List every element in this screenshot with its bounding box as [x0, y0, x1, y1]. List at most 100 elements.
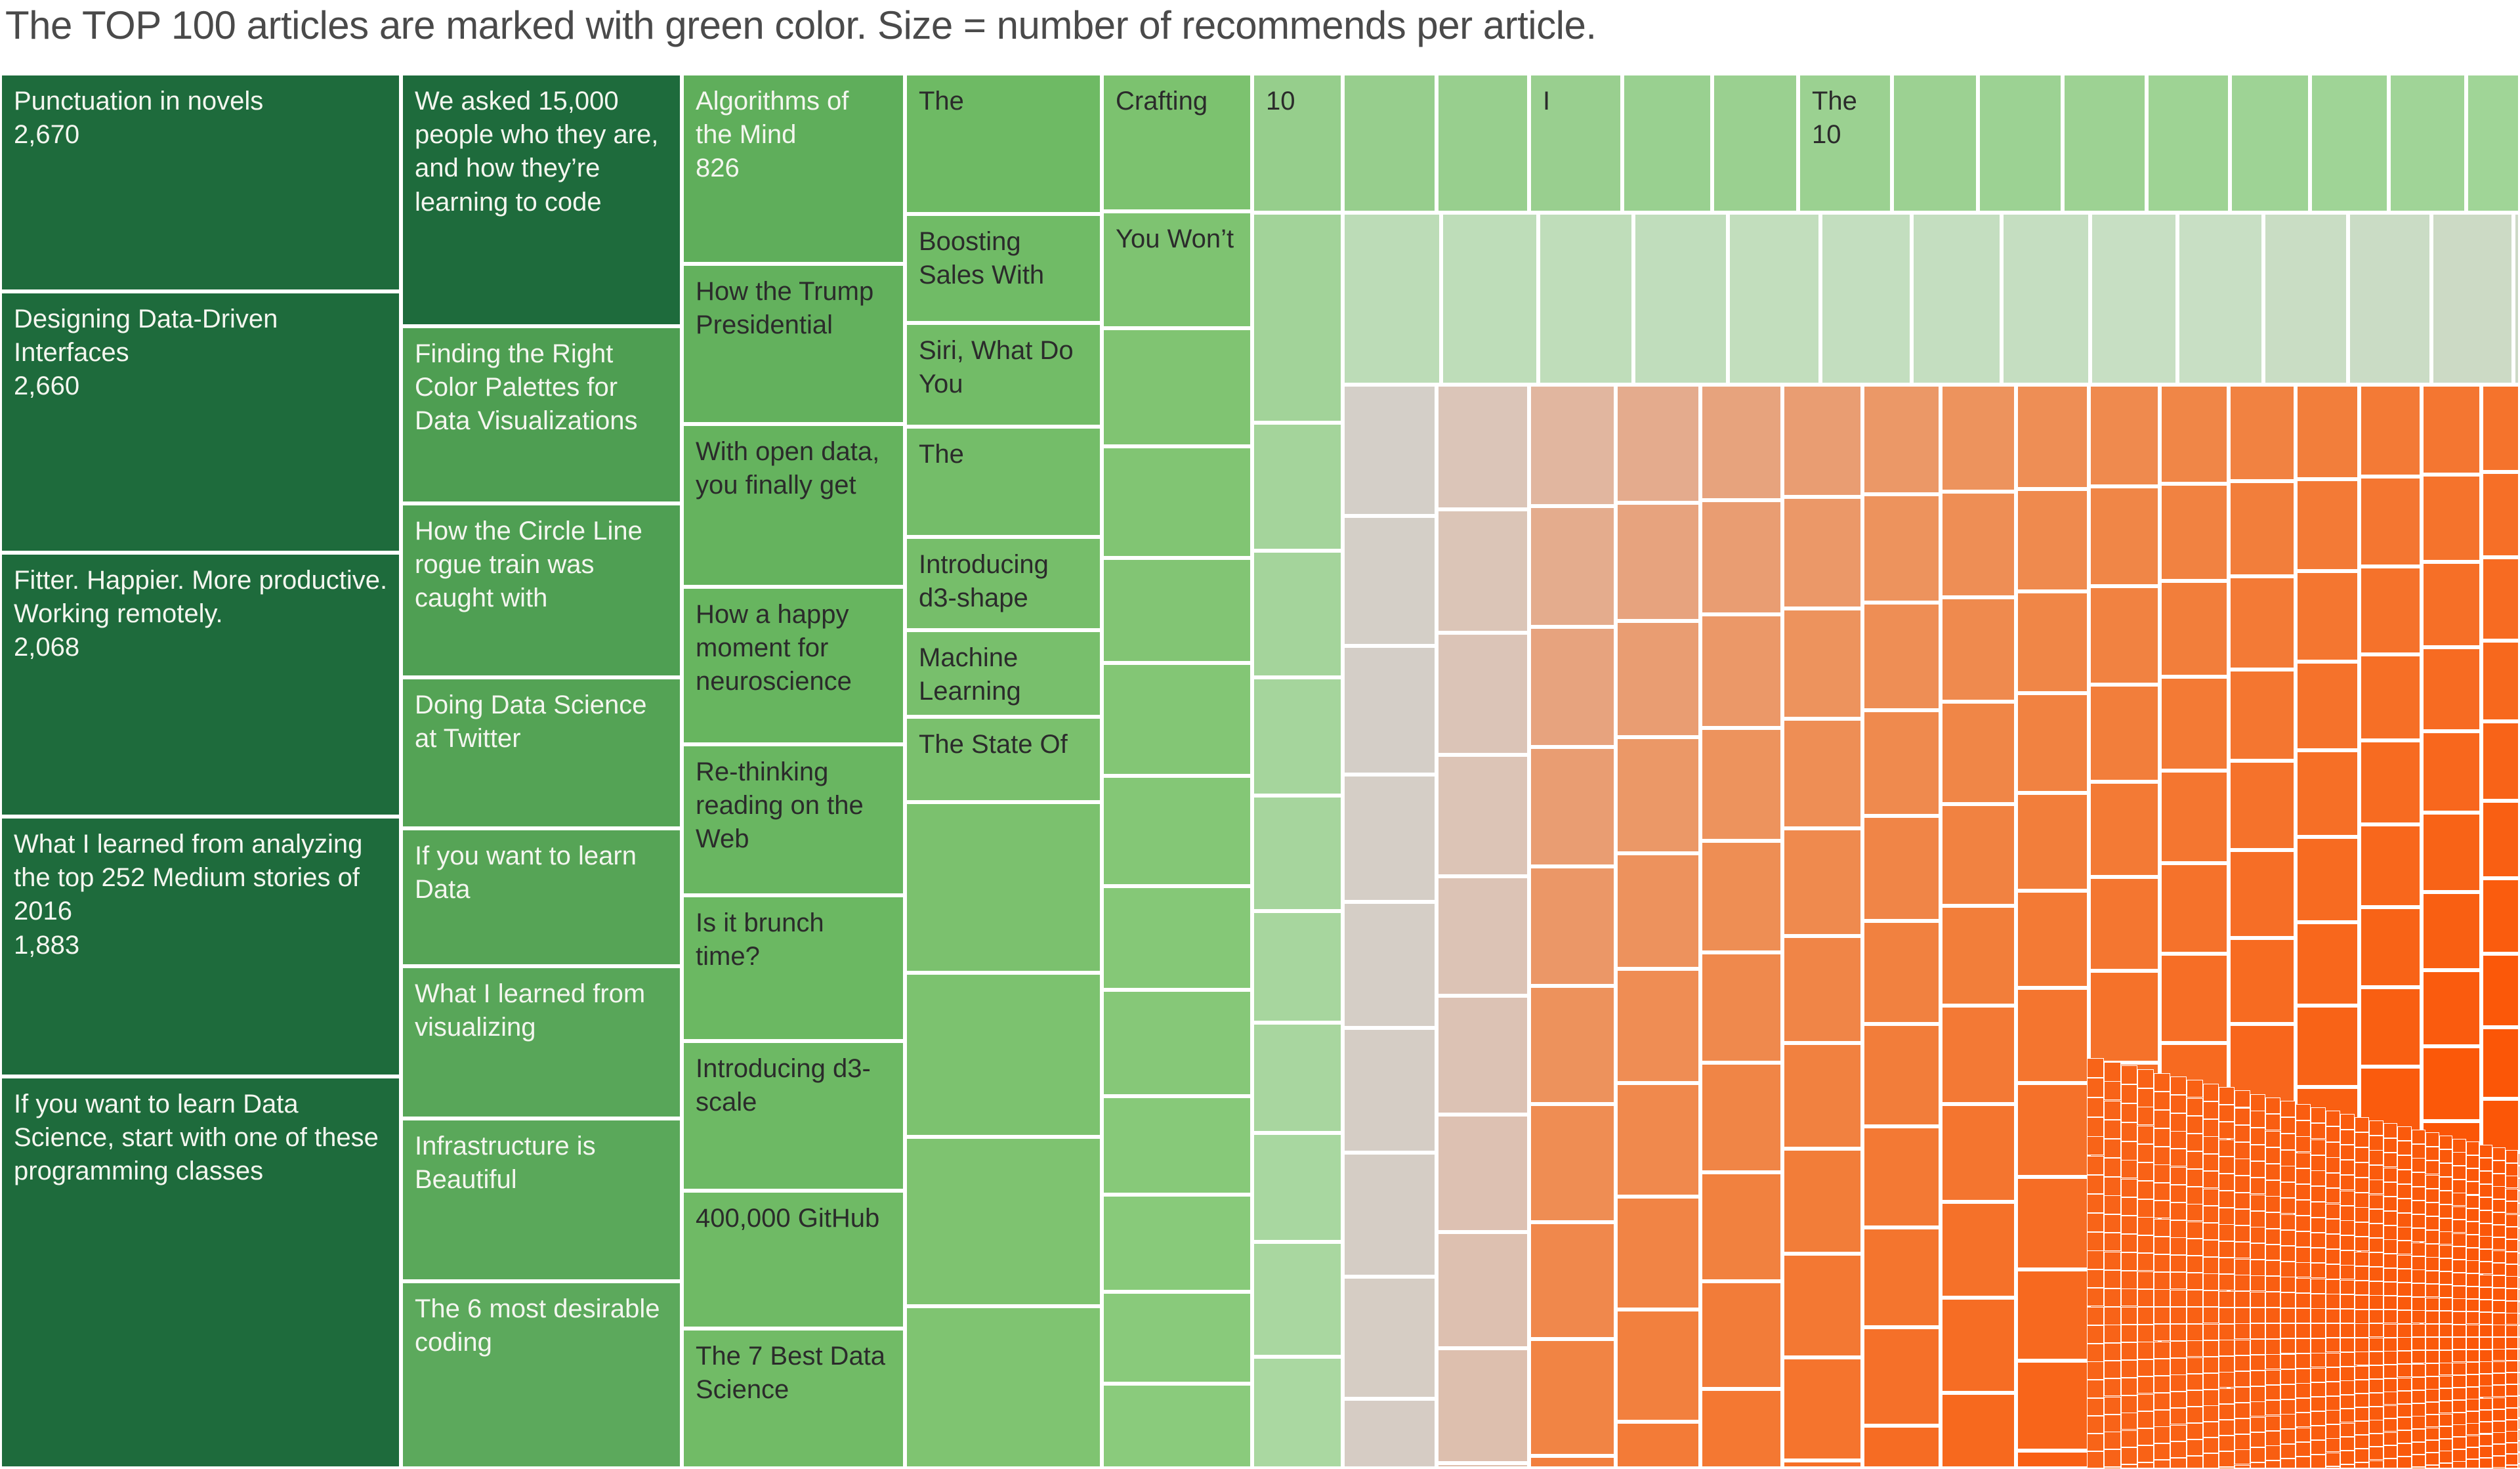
- treemap-cell[interactable]: [2369, 1238, 2384, 1252]
- treemap-cell[interactable]: [2250, 1355, 2266, 1371]
- treemap-cell[interactable]: [2160, 954, 2229, 1043]
- treemap-cell[interactable]: [2296, 1247, 2311, 1263]
- treemap-cell[interactable]: [2422, 647, 2482, 731]
- treemap-cell[interactable]: [1102, 663, 1252, 776]
- treemap-cell[interactable]: [1437, 876, 1529, 996]
- treemap-cell-labeled[interactable]: Infrastructure is Beautiful: [401, 1118, 682, 1281]
- treemap-cell[interactable]: [2505, 1454, 2519, 1466]
- treemap-cell[interactable]: [1437, 74, 1529, 213]
- treemap-cell[interactable]: [2234, 1090, 2250, 1108]
- treemap-cell[interactable]: [1862, 494, 1941, 603]
- treemap-cell[interactable]: [2481, 878, 2520, 954]
- treemap-cell[interactable]: [2234, 1308, 2250, 1324]
- treemap-cell[interactable]: [1437, 1463, 1529, 1468]
- treemap-cell[interactable]: [2104, 1195, 2121, 1214]
- treemap-cell[interactable]: [2505, 1201, 2519, 1214]
- treemap-cell[interactable]: [2411, 1269, 2426, 1283]
- treemap-cell[interactable]: [1862, 1327, 1941, 1426]
- treemap-cell[interactable]: [2383, 1378, 2398, 1392]
- treemap-cell-labeled[interactable]: Finding the Right Color Palettes for Dat…: [401, 326, 682, 503]
- treemap-cell[interactable]: [2250, 1260, 2266, 1276]
- treemap-cell[interactable]: [2250, 1178, 2266, 1195]
- treemap-cell[interactable]: [2229, 937, 2296, 1024]
- treemap-cell[interactable]: [2265, 1431, 2281, 1446]
- treemap-cell[interactable]: [2452, 1233, 2466, 1247]
- treemap-cell[interactable]: [1862, 603, 1941, 710]
- treemap-cell[interactable]: [2397, 1364, 2412, 1378]
- treemap-cell[interactable]: [2481, 1027, 2520, 1099]
- treemap-cell[interactable]: [2492, 1300, 2506, 1313]
- treemap-cell[interactable]: [1940, 385, 2016, 492]
- treemap-cell[interactable]: [2218, 1404, 2235, 1420]
- treemap-cell[interactable]: [2452, 1152, 2466, 1166]
- treemap-cell[interactable]: [2347, 213, 2431, 385]
- treemap-cell[interactable]: [2355, 1162, 2370, 1178]
- treemap-cell[interactable]: [2325, 1142, 2341, 1158]
- treemap-cell[interactable]: [1862, 1126, 1941, 1227]
- treemap-cell[interactable]: [2439, 1350, 2453, 1363]
- treemap-cell[interactable]: [1343, 385, 1437, 516]
- treemap-cell[interactable]: [2311, 1279, 2326, 1294]
- treemap-cell[interactable]: [2425, 1230, 2439, 1244]
- treemap-cell[interactable]: [1252, 1357, 1343, 1468]
- treemap-cell[interactable]: [2311, 1294, 2326, 1309]
- treemap-cell[interactable]: [2015, 1177, 2090, 1270]
- treemap-cell[interactable]: [2505, 1176, 2519, 1189]
- treemap-cell[interactable]: [2087, 1269, 2104, 1288]
- treemap-cell[interactable]: [2250, 1401, 2266, 1417]
- treemap-cell[interactable]: [2452, 1388, 2466, 1400]
- treemap-cell[interactable]: [1782, 608, 1862, 719]
- treemap-cell[interactable]: [2452, 1461, 2466, 1468]
- treemap-cell[interactable]: [2355, 1266, 2370, 1281]
- treemap-cell[interactable]: [2505, 1252, 2519, 1264]
- treemap-cell[interactable]: [2160, 581, 2229, 677]
- treemap-cell[interactable]: [2439, 1191, 2453, 1204]
- treemap-cell[interactable]: [2466, 1411, 2479, 1424]
- treemap-cell[interactable]: [2218, 1191, 2235, 1208]
- treemap-cell[interactable]: [1782, 1149, 1862, 1254]
- treemap-cell[interactable]: [2439, 1388, 2453, 1401]
- treemap-cell[interactable]: [2411, 1377, 2426, 1390]
- treemap-cell[interactable]: [2397, 1213, 2412, 1227]
- treemap-cell[interactable]: [2187, 1098, 2203, 1117]
- treemap-cell[interactable]: [2154, 1073, 2171, 1092]
- treemap-cell[interactable]: [1343, 646, 1437, 775]
- treemap-cell[interactable]: [2383, 1153, 2398, 1168]
- treemap-cell-labeled[interactable]: How the Trump Presidential: [682, 264, 905, 424]
- treemap-cell[interactable]: [2311, 1382, 2326, 1397]
- treemap-cell[interactable]: [1343, 902, 1437, 1029]
- treemap-cell[interactable]: [1940, 1298, 2016, 1393]
- treemap-cell-labeled[interactable]: With open data, you finally get: [682, 424, 905, 587]
- treemap-cell[interactable]: [2383, 1324, 2398, 1338]
- treemap-cell[interactable]: [2311, 1397, 2326, 1412]
- treemap-cell[interactable]: [2439, 1149, 2453, 1164]
- treemap-cell[interactable]: [2369, 1295, 2384, 1309]
- treemap-cell[interactable]: [2280, 1166, 2296, 1182]
- treemap-cell[interactable]: [2397, 1241, 2412, 1255]
- treemap-cell[interactable]: [2452, 1286, 2466, 1299]
- treemap-cell[interactable]: [2234, 1193, 2250, 1210]
- treemap-cell[interactable]: [2202, 1136, 2219, 1154]
- treemap-cell-labeled[interactable]: Fitter. Happier. More productive. Workin…: [0, 553, 401, 817]
- treemap-cell[interactable]: [2250, 1275, 2266, 1292]
- treemap-cell[interactable]: [1437, 755, 1529, 876]
- treemap-cell[interactable]: [2187, 1080, 2203, 1098]
- treemap-cell[interactable]: [2263, 213, 2348, 385]
- treemap-cell[interactable]: [2355, 1117, 2370, 1133]
- treemap-cell[interactable]: [2340, 1323, 2355, 1338]
- treemap-cell[interactable]: [2325, 1173, 2341, 1189]
- treemap-cell[interactable]: [2452, 1437, 2466, 1449]
- treemap-cell[interactable]: [1616, 1197, 1700, 1310]
- treemap-cell[interactable]: [2325, 1157, 2341, 1173]
- treemap-cell[interactable]: [2250, 1339, 2266, 1355]
- treemap-cell[interactable]: [2104, 1081, 2121, 1101]
- treemap-cell[interactable]: [2234, 1291, 2250, 1308]
- treemap-cell[interactable]: [2397, 1404, 2412, 1418]
- treemap-cell[interactable]: [2439, 1439, 2453, 1451]
- treemap-cell[interactable]: [2170, 1237, 2187, 1255]
- treemap-cell[interactable]: [2265, 1370, 2281, 1386]
- treemap-cell[interactable]: [2505, 1163, 2519, 1176]
- treemap-cell[interactable]: [2369, 1420, 2384, 1434]
- treemap-cell[interactable]: [2187, 1439, 2203, 1456]
- treemap-cell-labeled[interactable]: The 7 Best Data Science: [682, 1329, 905, 1468]
